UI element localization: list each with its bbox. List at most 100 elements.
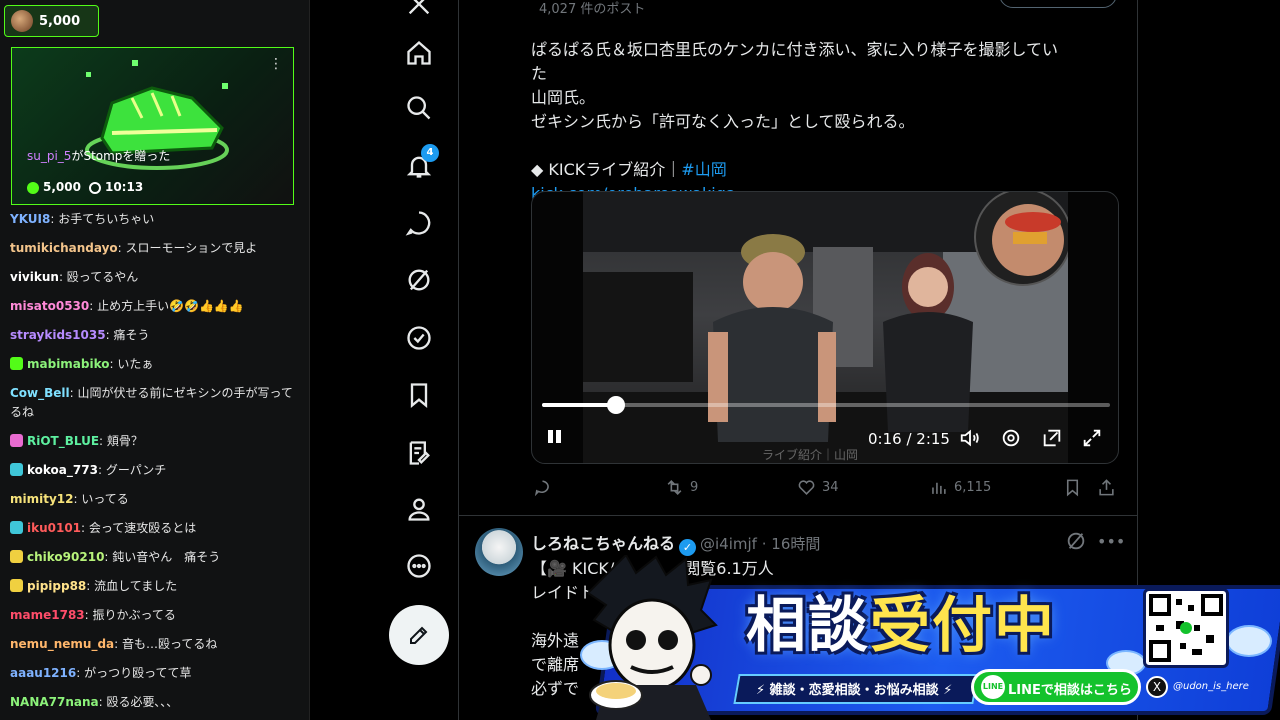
chat-text: いたぁ (117, 357, 154, 371)
video-player[interactable]: 0:16 / 2:15 ライブ紹介｜山岡 (531, 191, 1119, 464)
profile-icon[interactable] (401, 491, 437, 527)
x-nav-rail: 4 (380, 0, 458, 720)
notifications-badge: 4 (421, 144, 439, 162)
chat-username[interactable]: mabimabiko (27, 357, 110, 371)
chat-username[interactable]: Cow_Bell (10, 386, 70, 400)
lists-icon[interactable] (401, 435, 437, 471)
chat-text: 止め方上手い🤣🤣👍👍👍 (97, 299, 244, 313)
gift-card[interactable]: ⋮ su_pi_5がStompを贈った 5,000 10:13 (11, 47, 294, 205)
share-button[interactable] (1097, 478, 1116, 497)
chat-message: nemu_nemu_da: 音も…殴ってるね (10, 630, 300, 659)
chat-text: いってる (81, 492, 129, 506)
chat-text: 痛そう (113, 328, 150, 342)
chat-text: 殴る必要､､､ (106, 695, 173, 709)
compose-button[interactable] (389, 605, 449, 665)
verified-orgs-icon[interactable] (401, 320, 437, 356)
notifications-icon[interactable]: 4 (401, 144, 439, 184)
chat-text: お手てちいちゃい (58, 212, 155, 226)
more-icon[interactable] (401, 548, 437, 584)
grok-icon[interactable] (1065, 530, 1087, 556)
banner-subtitle: ⚡ 雑談・恋愛相談・お悩み相談 ⚡ (756, 683, 953, 698)
qr-code-icon (1149, 594, 1223, 662)
chat-message: mame1783: 振りかぶってる (10, 601, 300, 630)
home-icon[interactable] (401, 35, 437, 71)
repost-button[interactable]: 9 (665, 478, 698, 497)
reply-icon (534, 480, 549, 497)
tweet-text: ぱるぱる氏＆坂口杏里氏のケンカに付き添い、家に入り様子を撮影していた 山岡氏。 … (531, 38, 1071, 206)
chat-username[interactable]: YKUI8 (10, 212, 50, 226)
picture-in-picture-icon[interactable] (1041, 427, 1063, 449)
reply-button[interactable] (533, 478, 552, 497)
chat-message: iku0101: 会って速攻殴るとは (10, 514, 300, 543)
chat-username[interactable]: RiOT_BLUE (27, 434, 99, 448)
chat-message: mabimabiko: いたぁ (10, 350, 300, 379)
video-watermark: ライブ紹介｜山岡 (762, 448, 859, 462)
chat-username[interactable]: vivikun (10, 270, 59, 284)
top-supporter-chip[interactable]: 5,000 (4, 5, 99, 37)
fullscreen-icon[interactable] (1081, 427, 1103, 449)
chat-separator: : (86, 579, 95, 593)
chat-username[interactable]: nemu_nemu_da (10, 637, 114, 651)
share-icon (1099, 479, 1114, 496)
chat-message: aaau1216: がっつり殴ってて草 (10, 659, 300, 688)
supporter-points: 5,000 (39, 13, 81, 29)
tweet-actions: 9 34 6,115 (531, 478, 1119, 502)
chat-username[interactable]: aaau1216 (10, 666, 76, 680)
chat-username[interactable]: straykids1035 (10, 328, 106, 342)
chat-separator: : (81, 521, 89, 535)
chat-separator: : (89, 299, 98, 313)
video-scene (583, 192, 1068, 463)
author-handle[interactable]: @i4imjf (700, 535, 757, 553)
gift-message: su_pi_5がStompを贈った (27, 149, 171, 163)
settings-gear-icon[interactable] (1000, 427, 1022, 449)
pause-button[interactable] (548, 428, 566, 446)
chat-message: chiko90210: 鈍い音やん 痛そう (10, 543, 300, 572)
more-options-icon[interactable]: ••• (1097, 532, 1125, 551)
chat-separator: : (97, 463, 106, 477)
chat-username[interactable]: pipipp88 (27, 579, 86, 593)
tweet-time[interactable]: · 16時間 (762, 535, 821, 553)
chat-badge-icon (10, 550, 23, 563)
chat-text: 振りかぶってる (92, 608, 176, 622)
qr-code (1143, 588, 1229, 668)
chat-username[interactable]: mimity12 (10, 492, 74, 506)
video-progress-fill (542, 403, 616, 407)
chat-badge-icon (10, 521, 23, 534)
like-button[interactable]: 34 (797, 478, 839, 497)
chat-message: tumikichandayo: スローモーションで見よ (10, 234, 300, 263)
follow-button[interactable] (999, 0, 1117, 8)
chat-username[interactable]: misato0530 (10, 299, 89, 313)
search-icon[interactable] (401, 90, 437, 126)
chat-username[interactable]: iku0101 (27, 521, 81, 535)
gift-menu-icon[interactable]: ⋮ (269, 56, 283, 72)
volume-icon[interactable] (959, 427, 981, 449)
chat-message: kokoa_773: グーパンチ (10, 456, 300, 485)
chat-separator: : (99, 434, 107, 448)
bookmarks-icon[interactable] (401, 377, 437, 413)
messages-icon[interactable] (401, 205, 437, 241)
chat-separator: : (84, 608, 93, 622)
x-logo-icon[interactable] (401, 0, 437, 22)
video-progress-knob[interactable] (606, 396, 625, 414)
author-name[interactable]: しろねこちゃんねる (531, 534, 675, 553)
chat-separator: : (98, 695, 107, 709)
chat-username[interactable]: NANA77nana (10, 695, 99, 709)
hashtag-link[interactable]: #山岡 (681, 160, 726, 179)
chat-username[interactable]: chiko90210 (27, 550, 104, 564)
chat-username[interactable]: tumikichandayo (10, 241, 118, 255)
video-progress-bar[interactable] (542, 396, 1110, 414)
chat-panel: 5,000 ⋮ su_pi_5がStompを贈った 5,000 10:13 YK… (0, 0, 310, 720)
banner-title: 相談受付中 (746, 591, 1056, 661)
consultation-banner: 相談受付中 ⚡ 雑談・恋愛相談・お悩み相談 ⚡ LINE LINEで相談はこちら… (576, 555, 1280, 720)
kick-coin-icon (27, 181, 39, 194)
grok-icon[interactable] (401, 262, 437, 298)
chat-username[interactable]: mame1783 (10, 608, 85, 622)
author-avatar[interactable] (475, 528, 523, 576)
chat-message: misato0530: 止め方上手い🤣🤣👍👍👍 (10, 292, 300, 321)
chat-username[interactable]: kokoa_773 (27, 463, 98, 477)
views-icon (932, 482, 946, 494)
bookmark-button[interactable] (1063, 478, 1082, 497)
chat-badge-icon (10, 579, 23, 592)
views-button[interactable]: 6,115 (929, 478, 991, 497)
chat-text: 会って速攻殴るとは (88, 521, 197, 535)
